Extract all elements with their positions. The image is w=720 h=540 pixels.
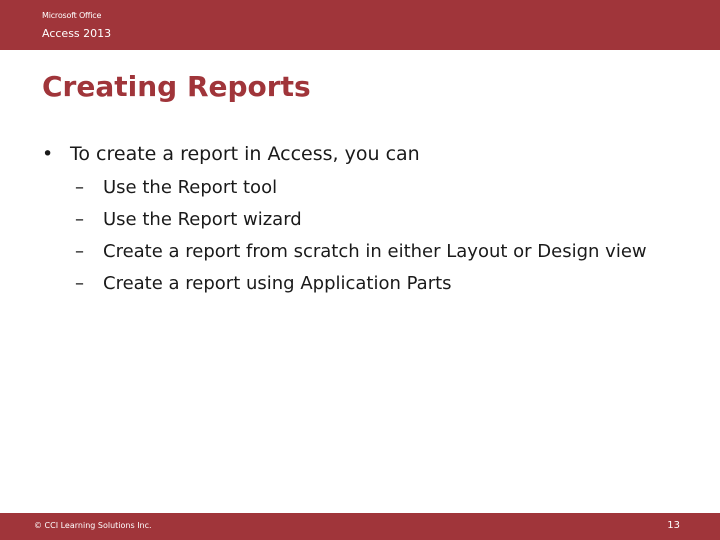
slide-title: Creating Reports: [42, 70, 311, 103]
sub-bullet: – Use the Report tool: [75, 176, 675, 200]
sub-bullet-text: Use the Report tool: [103, 177, 278, 198]
main-bullet-text: To create a report in Access, you can: [70, 143, 420, 165]
sub-bullet-text: Use the Report wizard: [103, 209, 302, 230]
dash-marker: –: [75, 177, 84, 198]
header-product-name: Access 2013: [42, 27, 112, 40]
main-bullet: • To create a report in Access, you can: [42, 143, 420, 165]
dash-marker: –: [75, 273, 84, 294]
sub-bullet-list: – Use the Report tool – Use the Report w…: [75, 176, 675, 304]
sub-bullet: – Use the Report wizard: [75, 208, 675, 232]
bullet-marker: •: [42, 143, 54, 165]
sub-bullet-text: Create a report using Application Parts: [103, 273, 452, 294]
footer-bar: © CCI Learning Solutions Inc. 13: [0, 513, 720, 540]
footer-copyright: © CCI Learning Solutions Inc.: [34, 521, 152, 530]
header-bar: Microsoft Office Access 2013: [0, 0, 720, 50]
sub-bullet: – Create a report from scratch in either…: [75, 240, 675, 264]
header-product-family: Microsoft Office: [42, 11, 102, 20]
page-number: 13: [667, 520, 680, 531]
sub-bullet-text: Create a report from scratch in either L…: [103, 241, 647, 262]
dash-marker: –: [75, 209, 84, 230]
dash-marker: –: [75, 241, 84, 262]
sub-bullet: – Create a report using Application Part…: [75, 272, 675, 296]
